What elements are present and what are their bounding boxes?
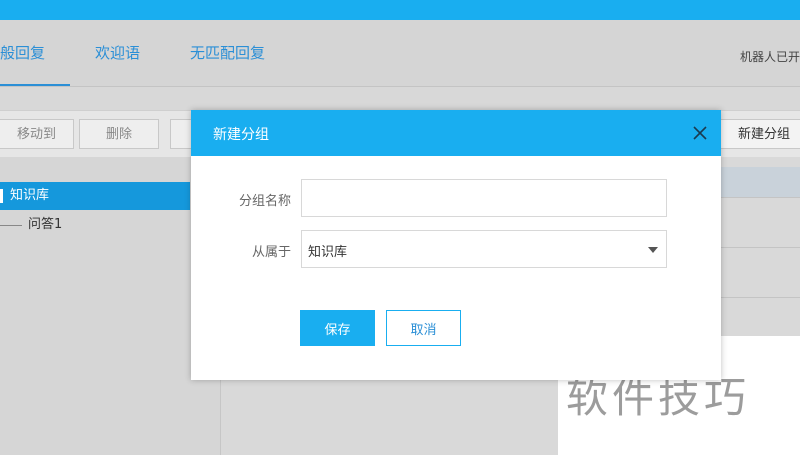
cancel-button[interactable]: 取消 [386, 310, 461, 346]
parent-select-value: 知识库 [308, 245, 348, 260]
close-icon[interactable] [691, 124, 709, 142]
group-name-input[interactable] [301, 179, 667, 217]
new-group-button[interactable]: 新建分组 [719, 119, 800, 149]
tree-item-knowledge-base[interactable]: 知识库 [0, 182, 190, 210]
tab-general-reply[interactable]: 般回复 [0, 42, 45, 63]
parent-select[interactable]: 知识库 [301, 230, 667, 268]
tab-no-match-reply[interactable]: 无匹配回复 [190, 42, 265, 63]
dialog-title: 新建分组 [213, 127, 269, 143]
tree-panel: 知识库 问答1 [0, 157, 221, 455]
chevron-down-icon [648, 247, 658, 253]
group-name-label: 分组名称 [238, 194, 291, 209]
tree-node-marker [0, 189, 3, 203]
parent-label: 从属于 [251, 245, 291, 260]
tab-welcome[interactable]: 欢迎语 [95, 42, 140, 63]
tree-connector-line [0, 225, 22, 226]
top-bar [0, 0, 800, 20]
tree-item-label: 知识库 [10, 188, 50, 203]
tab-bar: 般回复 欢迎语 无匹配回复 机器人已开 [0, 20, 800, 87]
save-button[interactable]: 保存 [300, 310, 375, 346]
new-group-dialog: 新建分组 分组名称 从属于 知识库 保存 取消 [191, 110, 721, 380]
tree-item-label: 问答1 [28, 217, 63, 232]
delete-button[interactable]: 删除 [79, 119, 159, 149]
active-tab-indicator [0, 84, 70, 86]
robot-status-text: 机器人已开 [739, 50, 800, 64]
move-to-button[interactable]: 移动到 [0, 119, 74, 149]
dialog-header: 新建分组 [191, 110, 721, 156]
